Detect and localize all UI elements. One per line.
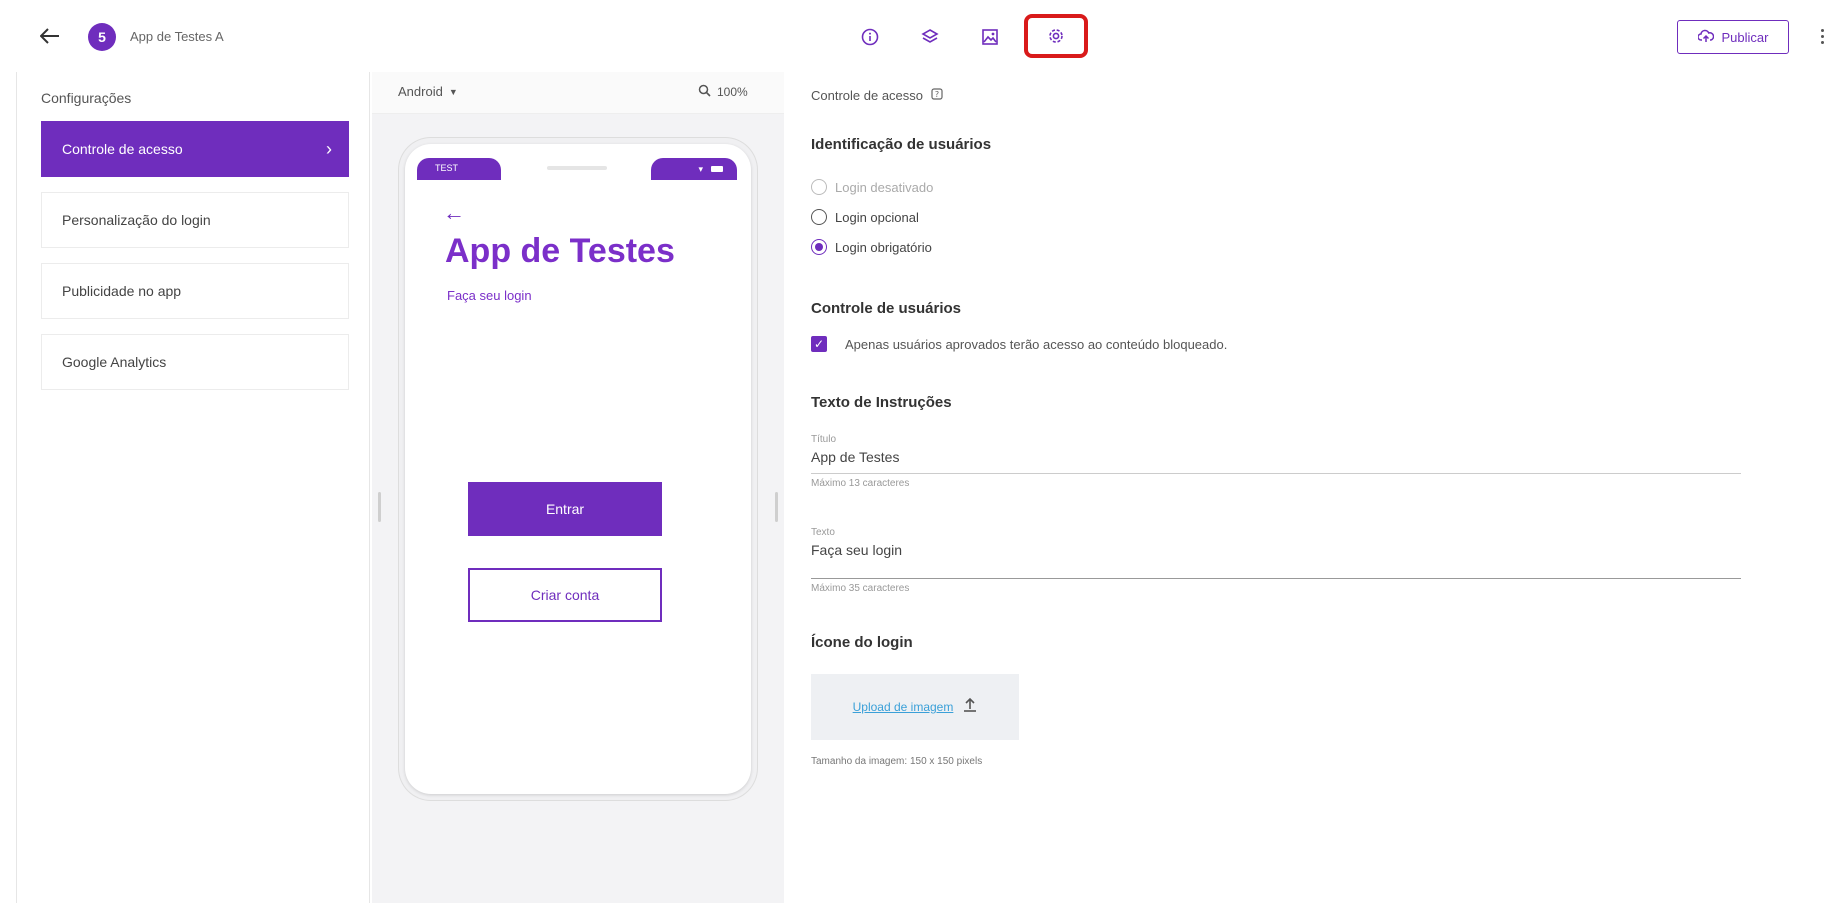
back-arrow-icon[interactable]	[38, 24, 62, 48]
phone-status-bar: TEST ▾	[417, 158, 737, 180]
phone-back-arrow-icon[interactable]: ←	[443, 200, 465, 226]
instructions-title: Texto de Instruções	[811, 394, 952, 411]
settings-sidebar: Configurações Controle de acesso › Perso…	[16, 72, 370, 903]
radio-login-required[interactable]: Login obrigatório	[811, 239, 932, 255]
app-logo: 5	[88, 23, 116, 51]
sidebar-item-access-control[interactable]: Controle de acesso ›	[41, 121, 349, 177]
title-field-value[interactable]: App de Testes	[811, 445, 1741, 474]
sidebar-item-label: Controle de acesso	[62, 141, 183, 157]
status-right: ▾	[651, 158, 737, 180]
panel-header: Controle de acesso ?	[811, 88, 943, 103]
help-icon[interactable]: ?	[931, 88, 943, 103]
text-field[interactable]: Texto Faça seu login Máximo 35 caractere…	[811, 527, 1741, 594]
sidebar-item-label: Publicidade no app	[62, 283, 182, 299]
zoom-value: 100%	[717, 85, 748, 99]
radio-label: Login desativado	[835, 179, 934, 195]
text-field-help: Máximo 35 caracteres	[811, 583, 910, 594]
panel-title: Controle de acesso	[811, 88, 924, 103]
upload-label: Upload de imagem	[852, 700, 954, 714]
status-left: TEST	[417, 158, 501, 180]
login-icon-title: Ícone do login	[811, 634, 913, 651]
text-field-value[interactable]: Faça seu login	[811, 538, 1741, 579]
sidebar-item-google-analytics[interactable]: Google Analytics	[41, 334, 349, 390]
more-options-icon[interactable]	[1816, 24, 1828, 48]
resize-handle-right[interactable]	[775, 492, 778, 522]
radio-circle-checked	[811, 239, 827, 255]
identification-title: Identificação de usuários	[811, 136, 992, 153]
publish-label: Publicar	[1721, 29, 1769, 45]
radio-label: Login opcional	[835, 209, 919, 225]
svg-text:?: ?	[935, 90, 939, 99]
publish-button[interactable]: Publicar	[1677, 20, 1789, 54]
zoom-icon	[698, 84, 711, 100]
sidebar-item-ads[interactable]: Publicidade no app	[41, 263, 349, 319]
checkbox-checked-icon: ✓	[811, 336, 827, 352]
chevron-down-icon: ▼	[448, 86, 458, 97]
info-icon[interactable]	[840, 18, 900, 56]
radio-circle	[811, 179, 827, 195]
create-account-button[interactable]: Criar conta	[468, 568, 662, 622]
phone-app-title: App de Testes	[445, 232, 675, 270]
app-name: App de Testes A	[130, 29, 224, 44]
approved-users-checkbox[interactable]: ✓ Apenas usuários aprovados terão acesso…	[811, 336, 1227, 352]
cloud-upload-icon	[1696, 29, 1714, 46]
wifi-icon: ▾	[698, 163, 703, 174]
resize-handle-left[interactable]	[378, 492, 381, 522]
sidebar-item-label: Google Analytics	[62, 354, 167, 370]
radio-circle	[811, 209, 827, 225]
sidebar-item-login-customization[interactable]: Personalização do login	[41, 192, 349, 248]
phone-subtitle: Faça seu login	[447, 288, 532, 303]
login-button[interactable]: Entrar	[468, 482, 662, 536]
radio-login-optional[interactable]: Login opcional	[811, 209, 919, 225]
settings-icon[interactable]	[1024, 14, 1088, 58]
layers-icon[interactable]	[900, 18, 960, 56]
upload-icon	[963, 697, 977, 718]
text-field-label: Texto	[811, 527, 835, 538]
chevron-right-icon: ›	[326, 139, 332, 159]
zoom-control[interactable]: 100%	[698, 84, 748, 100]
sidebar-title: Configurações	[41, 90, 132, 106]
platform-select[interactable]: Android ▼	[398, 84, 458, 99]
app-preview: Android ▼ 100% TEST ▾ ← App de Testes Fa…	[372, 72, 784, 903]
upload-help: Tamanho da imagem: 150 x 150 pixels	[811, 756, 983, 767]
radio-login-disabled[interactable]: Login desativado	[811, 179, 933, 195]
top-toolbar	[840, 14, 1088, 58]
settings-panel: Controle de acesso ? Identificação de us…	[786, 72, 1832, 903]
phone-speaker	[547, 166, 607, 170]
radio-label: Login obrigatório	[835, 239, 932, 255]
phone-mockup: TEST ▾ ← App de Testes Faça seu login En…	[405, 144, 751, 794]
top-bar: 5 App de Testes A Publicar	[0, 0, 1832, 72]
platform-value: Android	[398, 84, 443, 99]
upload-image-button[interactable]: Upload de imagem	[811, 674, 1019, 740]
sidebar-item-label: Personalização do login	[62, 212, 211, 228]
users-control-title: Controle de usuários	[811, 300, 962, 317]
title-field[interactable]: Título App de Testes Máximo 13 caractere…	[811, 434, 1741, 489]
title-field-label: Título	[811, 434, 837, 445]
preview-toolbar: Android ▼ 100%	[372, 72, 784, 114]
checkbox-label: Apenas usuários aprovados terão acesso a…	[845, 336, 1228, 352]
battery-icon	[711, 166, 723, 172]
title-field-help: Máximo 13 caracteres	[811, 478, 910, 489]
image-icon[interactable]	[960, 18, 1020, 56]
